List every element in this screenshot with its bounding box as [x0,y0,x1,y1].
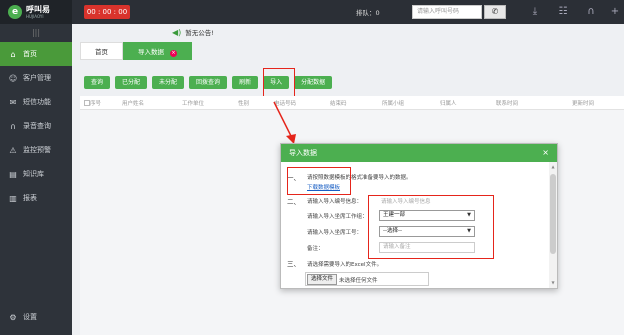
step-2-number: 二、 [287,198,300,206]
query-button[interactable]: 查询 [84,76,111,89]
column-header: 用户姓名 [122,101,145,107]
column-header: 联系时间 [496,101,519,107]
customer-icon: ☺ [8,73,18,83]
sidebar-item-recordings[interactable]: ∩ 录音查询 [0,114,72,138]
template-link-highlight-box [287,167,351,195]
step-3-text: 请选择需要导入的Excel文件。 [307,262,383,268]
home-icon: ⌂ [10,49,16,59]
sidebar-item-label: 知识库 [23,170,44,178]
logo-icon: e [8,5,22,19]
tab-home[interactable]: 首页 [80,42,123,60]
sidebar-item-label: 录音查询 [23,122,51,130]
annotation-arrow [273,101,296,144]
dialog-title: 导入数据 [289,149,317,157]
plus-icon[interactable]: + [608,5,622,19]
top-bar: e 呼叫易 HUJIAOYI 00 : 00 : 00 排队：0 请输入呼叫号码… [0,0,624,24]
sidebar-toggle[interactable]: ||| [0,24,72,42]
speaker-icon: ◀) [172,27,182,37]
tab-label: 导入数据 [138,48,164,56]
assign-data-button[interactable]: 分配数据 [294,76,333,89]
brand-sub: HUJIAOYI [26,13,44,19]
scroll-down-icon[interactable]: ▼ [550,280,556,286]
sidebar-item-label: 报表 [23,194,37,202]
queue-label: 排队： [356,9,376,17]
brand-name: 呼叫易 [26,4,50,14]
call-number-input[interactable]: 请输入呼叫号码 [412,5,482,19]
headphones-icon: ∩ [10,121,16,131]
sidebar-item-label: 设置 [23,313,37,321]
file-status: 未选择任何文件 [339,278,378,284]
tab-import-data[interactable]: 导入数据 × [123,42,192,60]
scroll-up-icon[interactable]: ▲ [550,164,556,170]
column-header: 序号 [90,101,102,107]
refresh-button[interactable]: 刷新 [232,76,259,89]
close-icon[interactable]: × [542,144,549,162]
sidebar-item-label: 监控预警 [23,146,51,154]
sidebar-item-label: 首页 [23,50,37,58]
step-3-number: 三、 [287,260,300,268]
close-icon[interactable]: × [170,50,177,57]
sidebar: ||| ⌂ 首页 ☺ 客户管理 ✉ 短信功能 ∩ 录音查询 ⚠ 监控预警 ▤ 知… [0,24,72,335]
dialog-scrollbar[interactable]: ▲ ▼ [549,162,557,288]
sidebar-item-label: 客户管理 [23,74,51,82]
dialog-header: 导入数据 × [281,144,557,162]
sidebar-item-knowledge[interactable]: ▤ 知识库 [0,162,72,186]
step-2-text: 请输入导入编号信息： [307,199,363,205]
column-header: 工作单位 [182,101,205,107]
sidebar-item-sms[interactable]: ✉ 短信功能 [0,90,72,114]
tab-label: 首页 [95,48,108,56]
announcement-text: 暂无公告! [185,29,214,37]
callback-query-button[interactable]: 回拨查询 [189,76,228,89]
announcement: ◀) 暂无公告! [172,27,214,38]
sidebar-item-home[interactable]: ⌂ 首页 [0,42,72,66]
assigned-button[interactable]: 已分配 [115,76,148,89]
sidebar-item-label: 短信功能 [23,98,51,106]
remark-label: 备注： [307,246,324,252]
queue-count: 0 [375,9,380,17]
call-timer: 00 : 00 : 00 [84,5,130,19]
sidebar-item-monitor[interactable]: ⚠ 监控预警 [0,138,72,162]
agent-id-label: 请输入导入坐席工号： [307,230,363,236]
dial-button[interactable]: ✆ [484,5,506,19]
chart-icon: ▥ [9,193,17,203]
book-icon: ▤ [9,169,17,179]
download-icon[interactable]: ⤓ [528,5,542,19]
phone-icon: ✆ [491,7,499,16]
queue-status: 排队：0 [356,7,380,17]
table-header: 序号 用户姓名 工作单位 性别 电话号码 结束码 所属小组 归属人 联系时间 更… [80,96,624,110]
brand-logo: e 呼叫易 HUJIAOYI [0,0,72,24]
column-header: 性别 [238,101,250,107]
column-header: 所属小组 [382,101,405,107]
column-header: 更新时间 [572,101,595,107]
scrollbar-thumb[interactable] [550,174,556,254]
column-header: 结束码 [330,101,347,107]
gear-icon: ⚙ [9,312,17,322]
monitor-icon: ⚠ [9,145,17,155]
sidebar-item-reports[interactable]: ▥ 报表 [0,186,72,210]
form-fields-highlight-box [368,195,494,259]
tab-bar: 首页 导入数据 × [80,42,192,60]
column-header: 归属人 [440,101,457,107]
sidebar-item-settings[interactable]: ⚙ 设置 [0,305,72,329]
group-icon[interactable]: ☷ [556,5,570,19]
work-group-label: 请输入导入坐席工作组： [307,214,368,220]
headset-icon[interactable]: ∩ [584,5,598,19]
unassigned-button[interactable]: 未分配 [152,76,185,89]
sms-icon: ✉ [9,97,17,107]
choose-file-button[interactable]: 选择文件 [307,274,337,285]
sidebar-item-customers[interactable]: ☺ 客户管理 [0,66,72,90]
